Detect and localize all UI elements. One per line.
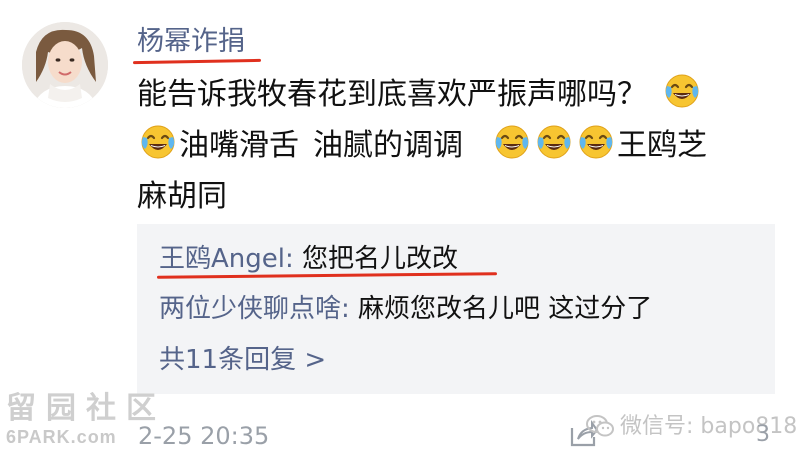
laughing-crying-emoji-icon bbox=[139, 123, 177, 161]
avatar[interactable] bbox=[22, 22, 108, 108]
comment-text-2b: 油腻的调调 bbox=[313, 128, 463, 163]
reply-text: 麻烦您改名儿吧 这过分了 bbox=[358, 294, 653, 324]
comment-line-3: 麻胡同 bbox=[137, 171, 777, 222]
comment-username[interactable]: 杨幂诈捐 bbox=[137, 22, 245, 62]
reply-author[interactable]: 王鸥Angel bbox=[159, 244, 285, 274]
like-count[interactable]: 3 bbox=[756, 420, 770, 450]
laughing-crying-emoji-icon bbox=[493, 123, 531, 161]
reply-separator: : bbox=[341, 294, 359, 324]
reply-preview-box[interactable]: 王鸥Angel: 您把名儿改改 两位少侠聊点啥: 麻烦您改名儿吧 这过分了 共1… bbox=[137, 224, 775, 394]
more-replies-link[interactable]: 共11条回复 > bbox=[159, 342, 326, 378]
comment-body: 能告诉我牧春花到底喜欢严振声哪吗？ 油嘴滑舌 油腻的调调 王鸥芝 麻胡同 bbox=[137, 69, 777, 222]
comment-text-3: 麻胡同 bbox=[137, 179, 227, 214]
comment-screenshot: 杨幂诈捐 能告诉我牧春花到底喜欢严振声哪吗？ 油嘴滑舌 油腻的调调 王鸥芝 麻胡同 … bbox=[0, 0, 800, 465]
comment-line-1: 能告诉我牧春花到底喜欢严振声哪吗？ bbox=[137, 69, 777, 120]
reply-author[interactable]: 两位少侠聊点啥 bbox=[159, 294, 341, 324]
wechat-id-text: 微信号: bapo818 bbox=[620, 414, 798, 439]
comment-text-2a: 油嘴滑舌 bbox=[179, 128, 299, 163]
comment-line-2: 油嘴滑舌 油腻的调调 王鸥芝 bbox=[137, 120, 777, 171]
reply-item: 两位少侠聊点啥: 麻烦您改名儿吧 这过分了 bbox=[159, 291, 652, 327]
reply-item: 王鸥Angel: 您把名儿改改 bbox=[159, 241, 458, 277]
comment-text-1: 能告诉我牧春花到底喜欢严振声哪吗？ bbox=[137, 77, 647, 112]
reply-text: 您把名儿改改 bbox=[302, 244, 459, 274]
reply-separator: : bbox=[285, 244, 303, 274]
laughing-crying-emoji-icon bbox=[577, 123, 615, 161]
laughing-crying-emoji-icon bbox=[535, 123, 573, 161]
comment-timestamp: 2-25 20:35 bbox=[138, 422, 270, 450]
laughing-crying-emoji-icon bbox=[663, 72, 701, 110]
comment-text-2c: 王鸥芝 bbox=[617, 128, 707, 163]
wechat-icon bbox=[586, 415, 614, 437]
avatar-image bbox=[22, 22, 108, 108]
